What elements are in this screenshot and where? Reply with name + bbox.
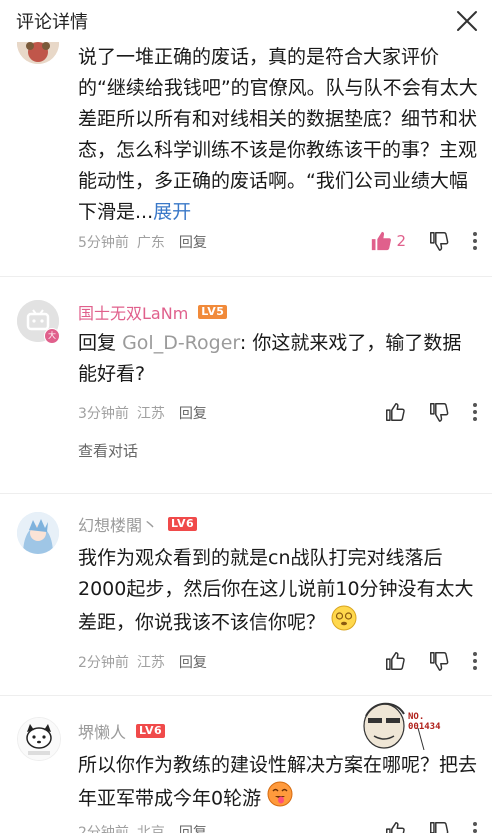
more-options-icon[interactable] (472, 402, 478, 422)
fan-sticker-image: NO. 001434 (356, 692, 456, 751)
level-badge: LV6 (136, 724, 166, 738)
comment-meta: 2分钟前 北京 回复 (78, 822, 207, 833)
view-conversation-link[interactable]: 查看对话 (78, 440, 138, 461)
username-row: 国士无双LaNm LV5 (78, 300, 228, 324)
username-row: 幻想楼閣丶 LV6 (78, 512, 198, 536)
comment-actions (384, 401, 478, 423)
comment-actions (384, 820, 478, 833)
more-options-icon[interactable] (472, 821, 478, 833)
thumbs-up-filled-icon[interactable] (370, 230, 392, 252)
like-count: 2 (396, 232, 406, 250)
reply-button[interactable]: 回复 (179, 822, 207, 833)
avatar[interactable] (17, 512, 59, 554)
comment-location: 北京 (136, 825, 165, 833)
comment-location: 江苏 (136, 406, 165, 422)
divider (0, 276, 492, 277)
comment-time: 5分钟前 (78, 235, 129, 251)
thumbs-down-icon[interactable] (428, 401, 450, 423)
reply-button[interactable]: 回复 (179, 652, 207, 672)
username[interactable]: 幻想楼閣丶 (78, 512, 158, 536)
close-icon[interactable] (452, 6, 482, 36)
comment-actions (384, 650, 478, 672)
comment-time: 3分钟前 (78, 406, 129, 422)
comment-actions: 2 (370, 230, 478, 252)
page-title: 评论详情 (16, 12, 88, 33)
reply-target[interactable]: Gol_D-Roger (122, 332, 240, 354)
verified-badge-icon: 大 (44, 328, 60, 344)
avatar[interactable] (17, 717, 61, 761)
thumbs-up-icon[interactable] (384, 650, 406, 672)
dizzy-face-emoji-icon (331, 605, 357, 641)
comment-list[interactable]: 说了一堆正确的废话，真的是符合大家评价的“继续给我钱吧”的官僚风。队与队不会有太… (0, 0, 492, 833)
reply-button[interactable]: 回复 (179, 403, 207, 423)
thumbs-down-icon[interactable] (428, 650, 450, 672)
thumbs-down-icon[interactable] (428, 820, 450, 833)
comment-location: 江苏 (136, 655, 165, 671)
comment-text: 回复 Gol_D-Roger: 你这就来戏了，输了数据能好看? (78, 332, 462, 385)
comment-meta: 5分钟前 广东 回复 (78, 232, 207, 252)
thumbs-up-icon[interactable] (384, 820, 406, 833)
username[interactable]: 堺懒人 (78, 719, 126, 743)
comment-text: 所以你作为教练的建设性解决方案在哪呢？把去年亚军带成今年0轮游 (78, 750, 478, 817)
level-badge: LV5 (198, 305, 228, 319)
comment-meta: 2分钟前 江苏 回复 (78, 652, 207, 672)
username[interactable]: 国士无双LaNm (78, 300, 188, 324)
more-options-icon[interactable] (472, 231, 478, 251)
thumbs-up-icon[interactable] (384, 401, 406, 423)
username-row: 堺懒人 LV6 (78, 719, 166, 743)
level-badge: LV6 (168, 517, 198, 531)
comment-text: 我作为观众看到的就是cn战队打完对线落后2000起步，然后你在这儿说前10分钟没… (78, 543, 478, 641)
comment-location: 广东 (136, 235, 165, 251)
sticker-number: NO. 001434 (408, 712, 441, 732)
header-bar: 评论详情 (0, 0, 492, 42)
comment-text: 说了一堆正确的废话，真的是符合大家评价的“继续给我钱吧”的官僚风。队与队不会有太… (78, 46, 478, 223)
expand-link[interactable]: 展开 (153, 201, 191, 223)
comment-time: 2分钟前 (78, 825, 129, 833)
thumbs-down-icon[interactable] (428, 230, 450, 252)
reply-button[interactable]: 回复 (179, 232, 207, 252)
comment-meta: 3分钟前 江苏 回复 (78, 403, 207, 423)
more-options-icon[interactable] (472, 651, 478, 671)
comment-time: 2分钟前 (78, 655, 129, 671)
divider (0, 493, 492, 494)
tongue-out-face-emoji-icon (267, 781, 293, 817)
